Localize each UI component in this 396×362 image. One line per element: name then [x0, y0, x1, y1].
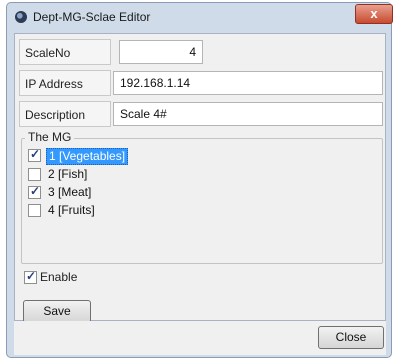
mg-item-label[interactable]: 3 [Meat]: [46, 185, 93, 200]
ip-label-box: IP Address: [19, 70, 111, 96]
title-bar[interactable]: Dept-MG-Sclae Editor x: [7, 3, 393, 31]
mg-item-label[interactable]: 2 [Fish]: [46, 167, 89, 182]
mg-item-checkbox[interactable]: [28, 204, 41, 217]
dialog-footer: Close: [14, 321, 386, 355]
mg-group-title: The MG: [25, 130, 75, 144]
description-label-box: Description: [19, 101, 111, 127]
ip-address-field[interactable]: 192.168.1.14: [113, 71, 383, 95]
enable-label: Enable: [40, 270, 78, 284]
mg-item-label[interactable]: 1 [Vegetables]: [46, 148, 129, 165]
window-title: Dept-MG-Sclae Editor: [33, 10, 151, 24]
mg-item-checkbox[interactable]: [28, 184, 41, 199]
scaleno-label-box: ScaleNo: [19, 39, 111, 65]
close-window-button[interactable]: x: [355, 4, 393, 24]
description-field[interactable]: Scale 4#: [113, 102, 383, 126]
description-label: Description: [25, 108, 86, 122]
scaleno-field[interactable]: 4: [119, 40, 203, 64]
mg-item-label[interactable]: 4 [Fruits]: [46, 203, 97, 218]
dialog-body: ScaleNo 4 IP Address 192.168.1.14 Descri…: [14, 33, 386, 323]
scaleno-label: ScaleNo: [25, 46, 71, 60]
enable-checkbox[interactable]: [24, 269, 37, 284]
dialog-window: Dept-MG-Sclae Editor x ScaleNo 4 IP Addr…: [6, 2, 393, 358]
mg-item-checkbox[interactable]: [28, 147, 41, 162]
app-icon: [15, 11, 27, 23]
close-button[interactable]: Close: [318, 326, 384, 349]
mg-item-checkbox[interactable]: [28, 168, 41, 181]
ip-address-label: IP Address: [25, 77, 83, 91]
save-button[interactable]: Save: [23, 300, 91, 323]
